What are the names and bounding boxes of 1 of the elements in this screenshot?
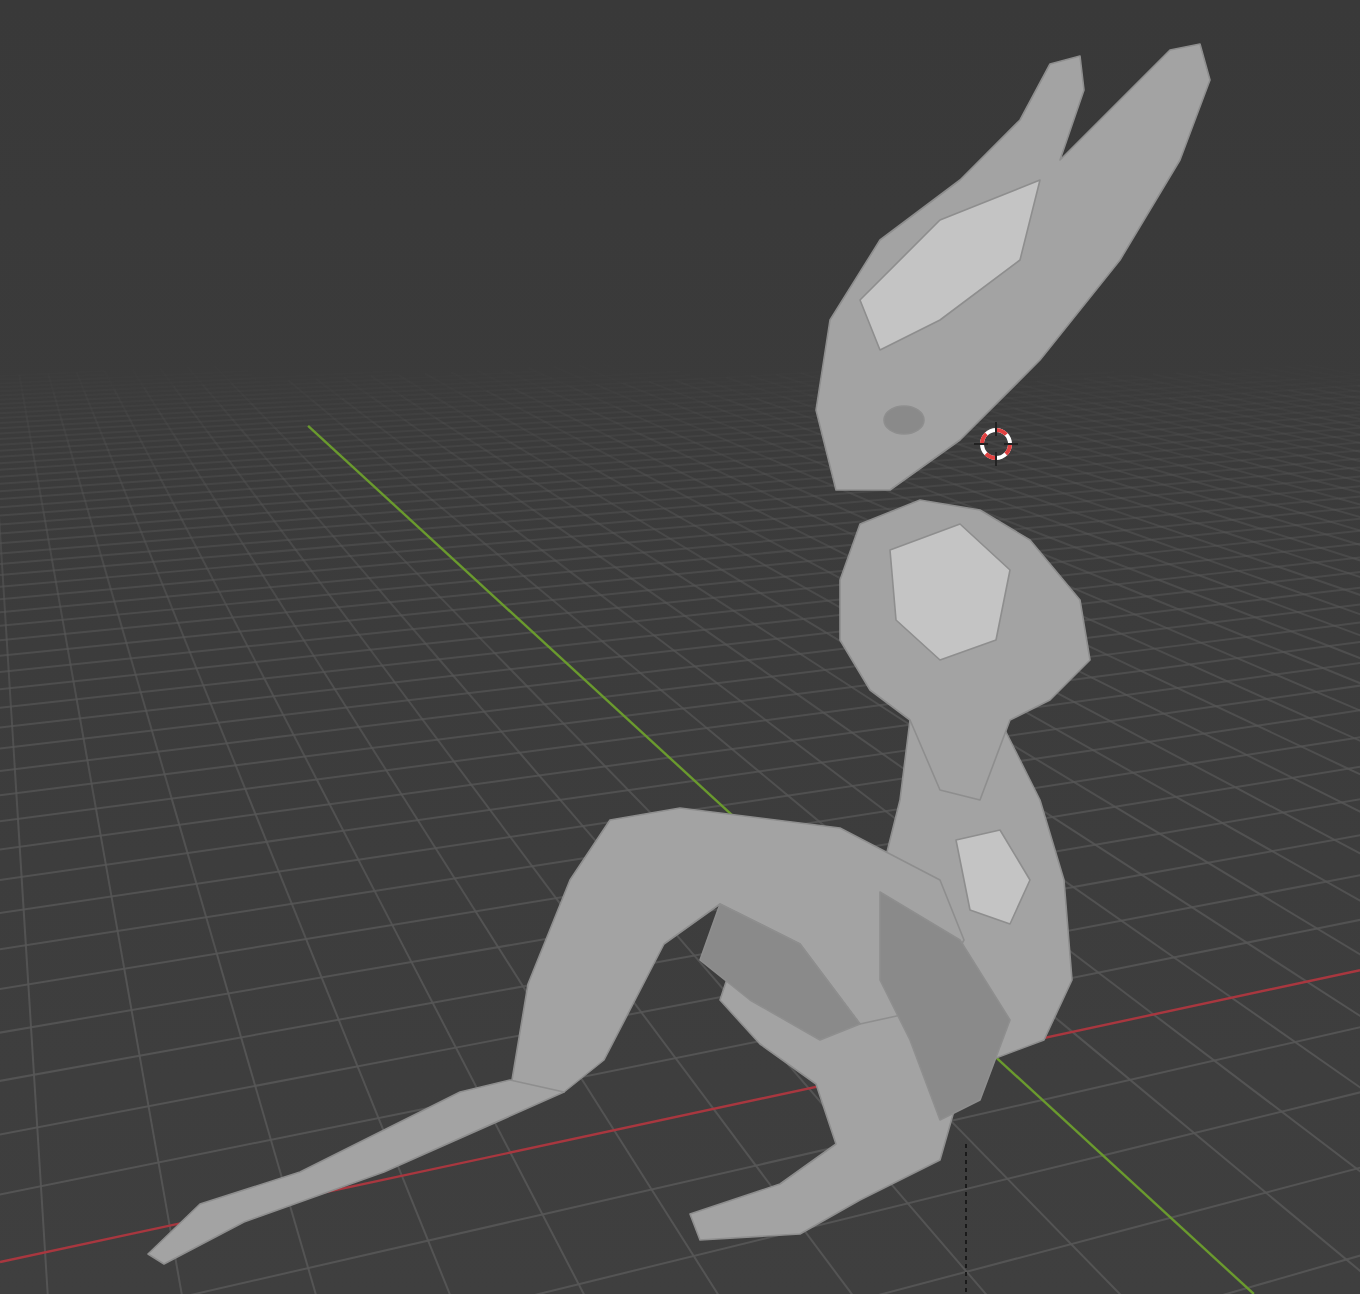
3d-viewport[interactable] xyxy=(0,0,1360,1294)
